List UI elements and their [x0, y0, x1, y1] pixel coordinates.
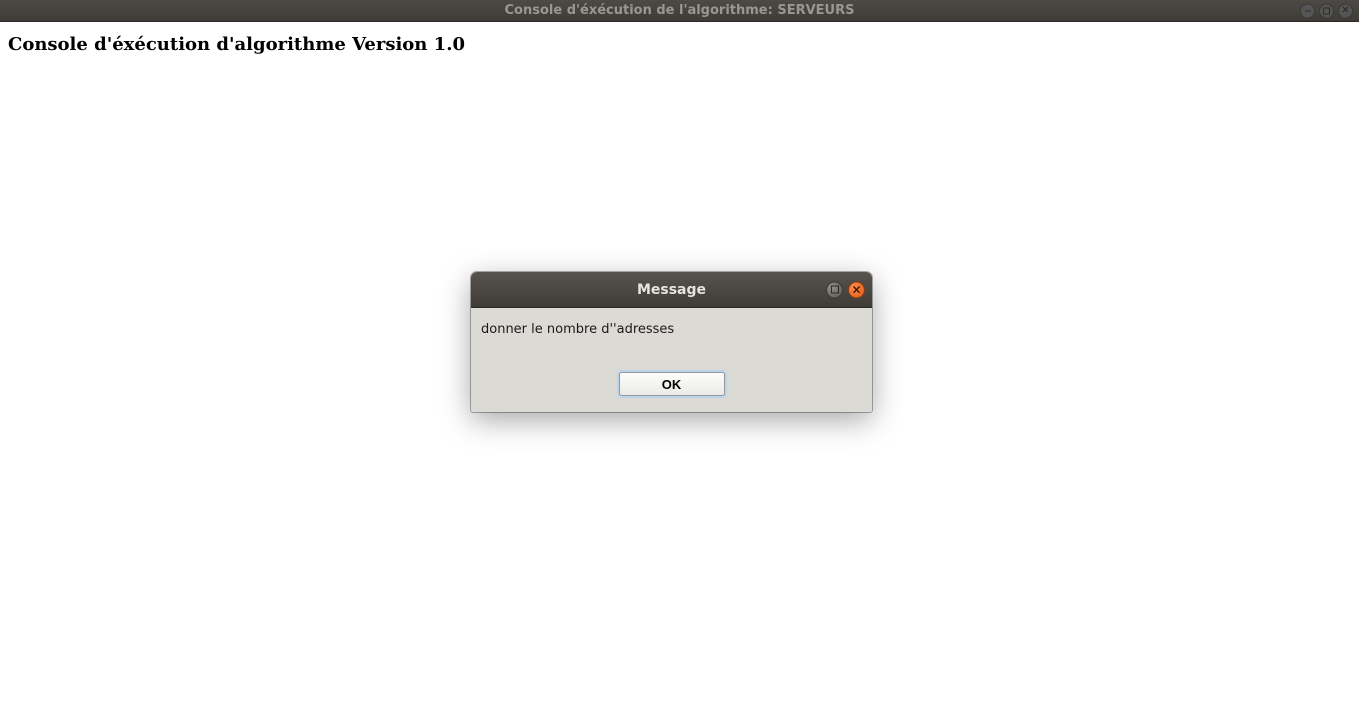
dialog-footer: OK	[481, 372, 862, 400]
console-heading: Console d'éxécution d'algorithme Version…	[8, 34, 1351, 55]
main-window-titlebar: Console d'éxécution de l'algorithme: SER…	[0, 0, 1359, 22]
console-area: Console d'éxécution d'algorithme Version…	[0, 22, 1359, 67]
message-dialog: Message donner le nombre d''adresses OK	[471, 272, 872, 412]
close-icon[interactable]	[1338, 3, 1353, 18]
dialog-title: Message	[637, 282, 706, 298]
maximize-icon[interactable]	[1319, 3, 1334, 18]
dialog-window-controls	[826, 281, 865, 298]
main-window-title: Console d'éxécution de l'algorithme: SER…	[505, 3, 855, 18]
minimize-icon[interactable]	[1300, 3, 1315, 18]
dialog-close-icon[interactable]	[848, 281, 865, 298]
dialog-titlebar[interactable]: Message	[471, 272, 872, 308]
ok-button[interactable]: OK	[619, 372, 725, 396]
main-window-controls	[1300, 3, 1353, 18]
dialog-maximize-icon[interactable]	[826, 281, 843, 298]
dialog-message: donner le nombre d''adresses	[481, 322, 862, 372]
dialog-body: donner le nombre d''adresses OK	[471, 308, 872, 412]
